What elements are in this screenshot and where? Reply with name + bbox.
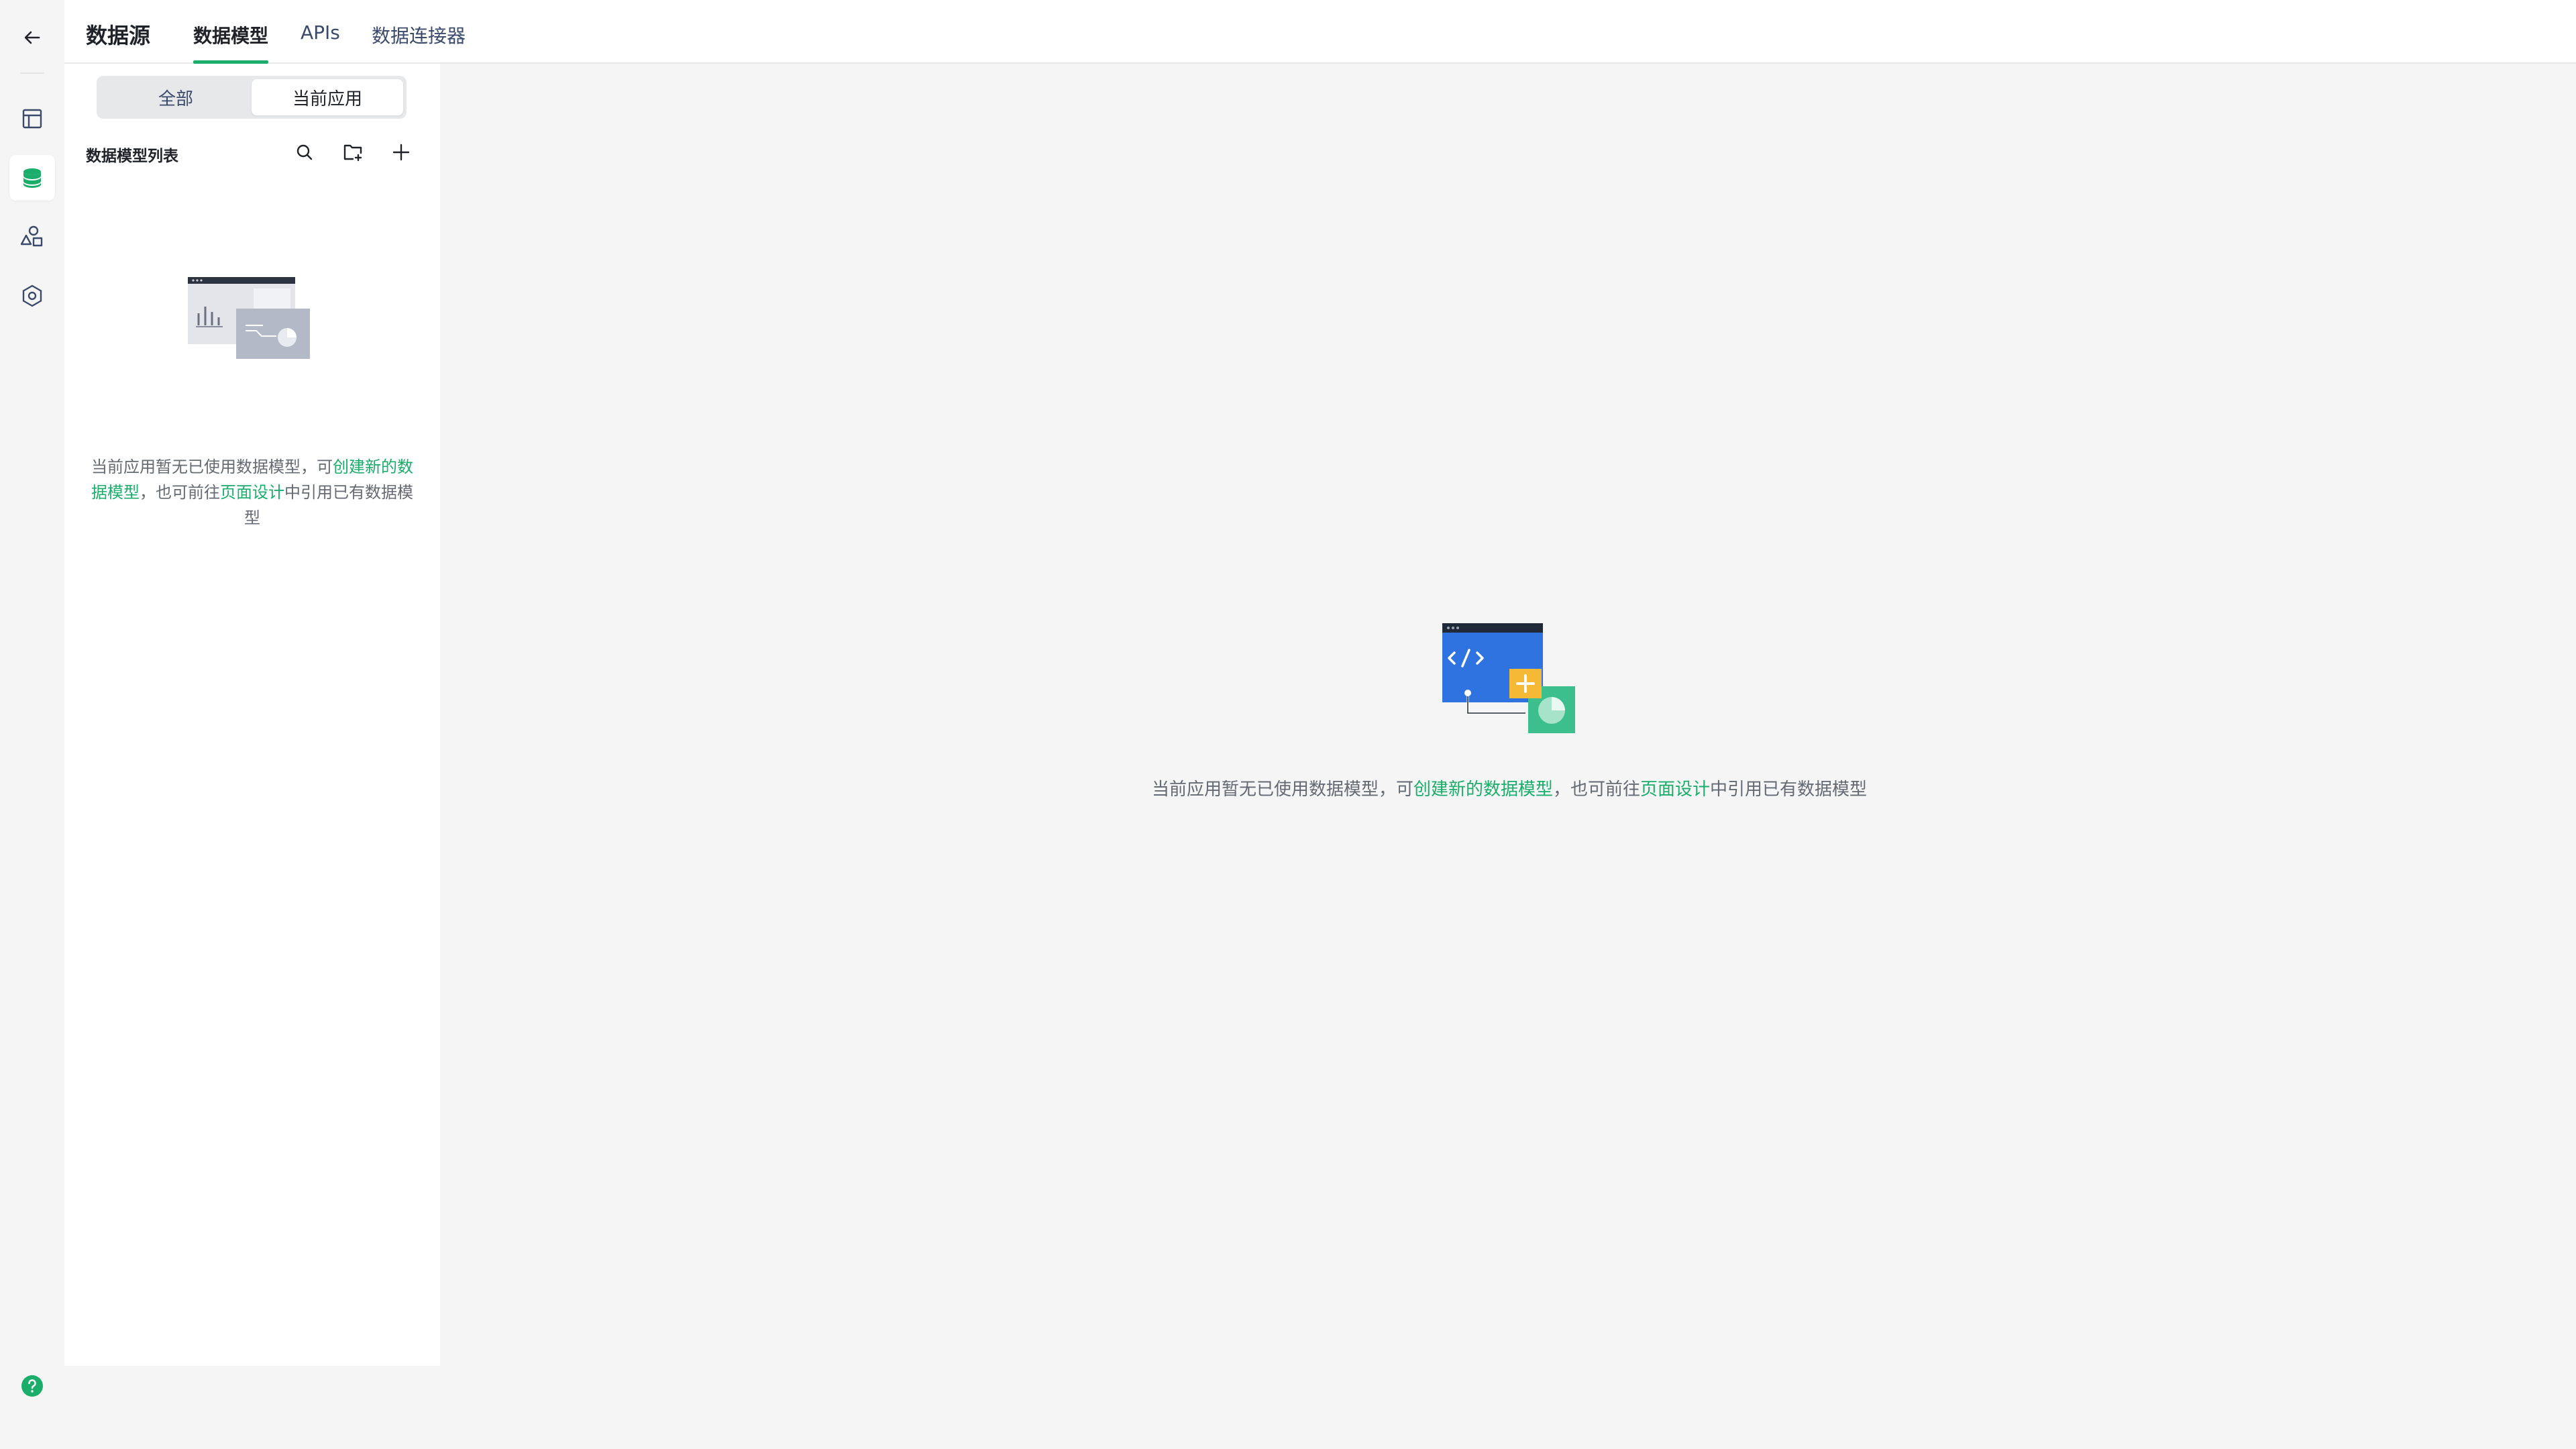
model-list-panel: 全部 当前应用 数据模型列表 当前应用暂无已使用数据模型，可创建新的数据模型，也… <box>64 64 440 1366</box>
main-empty-illustration <box>1442 623 1575 733</box>
plus-icon <box>392 144 410 161</box>
database-icon <box>23 168 41 188</box>
rail-item-layout[interactable] <box>9 96 55 142</box>
search-icon <box>297 144 313 160</box>
message-text: ，也可前往 <box>140 483 220 502</box>
create-model-link[interactable]: 创建新的数据模型 <box>1413 780 1553 800</box>
tab-label: 数据模型 <box>193 25 269 47</box>
tab-data-connectors[interactable]: 数据连接器 <box>372 21 466 64</box>
tab-data-model[interactable]: 数据模型 <box>193 21 269 64</box>
rail-item-data[interactable] <box>9 155 55 201</box>
segment-all[interactable]: 全部 <box>100 79 252 115</box>
list-title: 数据模型列表 <box>86 148 178 165</box>
page-design-link[interactable]: 页面设计 <box>1640 780 1710 800</box>
back-button[interactable] <box>9 15 55 60</box>
tab-apis[interactable]: APIs <box>301 21 340 64</box>
scope-segmented-control: 全部 当前应用 <box>97 76 407 119</box>
tab-label: 数据连接器 <box>372 25 466 47</box>
help-button[interactable] <box>20 1374 44 1398</box>
tab-label: APIs <box>301 21 340 44</box>
rail-item-components[interactable] <box>9 214 55 260</box>
page-design-link[interactable]: 页面设计 <box>220 483 284 502</box>
message-text: ，也可前往 <box>1552 780 1640 800</box>
page-title: 数据源 <box>86 23 151 48</box>
layout-icon <box>22 109 42 129</box>
main-empty-message: 当前应用暂无已使用数据模型，可创建新的数据模型，也可前往页面设计中引用已有数据模… <box>1006 775 2012 800</box>
help-icon <box>21 1375 43 1397</box>
segment-current-app[interactable]: 当前应用 <box>252 79 403 115</box>
add-model-button[interactable] <box>388 139 415 166</box>
shapes-icon <box>20 225 43 247</box>
message-text: 当前应用暂无已使用数据模型，可 <box>91 458 333 476</box>
back-arrow-icon <box>24 31 40 44</box>
message-text: 当前应用暂无已使用数据模型，可 <box>1151 780 1413 800</box>
hexagon-settings-icon <box>22 284 42 307</box>
folder-add-icon <box>343 144 362 162</box>
rail-item-settings[interactable] <box>9 273 55 319</box>
search-button[interactable] <box>291 139 318 166</box>
left-rail <box>0 0 64 1449</box>
add-folder-button[interactable] <box>339 139 366 166</box>
empty-state-illustration <box>188 277 310 359</box>
top-bar: 数据源 数据模型 APIs 数据连接器 <box>64 0 2576 64</box>
rail-divider <box>20 72 44 74</box>
empty-state-message: 当前应用暂无已使用数据模型，可创建新的数据模型，也可前往页面设计中引用已有数据模… <box>86 454 419 531</box>
message-text: 中引用已有数据模型 <box>1710 780 1868 800</box>
